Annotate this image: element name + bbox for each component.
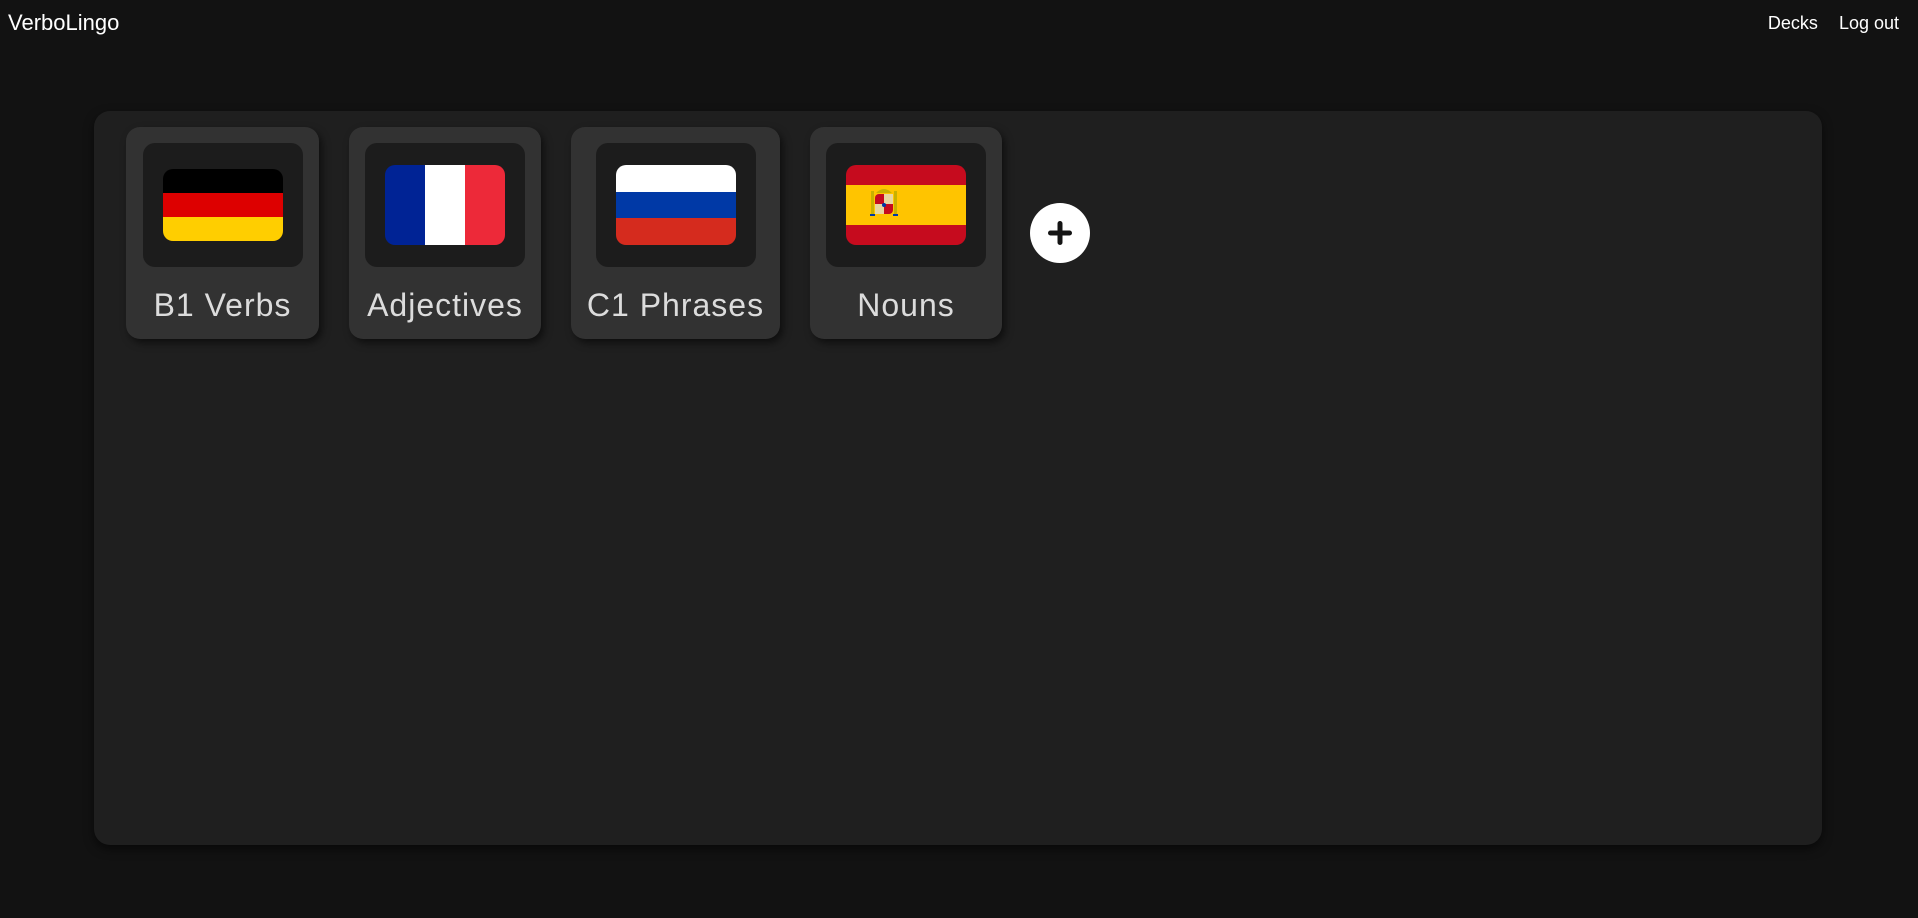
germany-flag-icon <box>162 169 283 241</box>
top-navbar: VerboLingo Decks Log out <box>0 0 1918 46</box>
brand-logo-link[interactable]: VerboLingo <box>8 10 119 36</box>
deck-card-b1-verbs[interactable]: B1 Verbs <box>126 127 319 339</box>
deck-label: Adjectives <box>367 287 523 323</box>
decks-panel: B1 Verbs Adjectives C1 Phrases Nouns <box>94 111 1822 845</box>
nav-decks-link[interactable]: Decks <box>1768 13 1818 34</box>
nav-logout-link[interactable]: Log out <box>1839 13 1899 34</box>
spain-flag-icon <box>846 165 966 245</box>
flag-frame <box>826 143 986 267</box>
deck-card-adjectives[interactable]: Adjectives <box>349 127 541 339</box>
deck-list: B1 Verbs Adjectives C1 Phrases Nouns <box>126 127 1090 339</box>
add-deck-button[interactable] <box>1030 203 1090 263</box>
deck-card-c1-phrases[interactable]: C1 Phrases <box>571 127 780 339</box>
nav-links: Decks Log out <box>1768 13 1899 34</box>
deck-label: B1 Verbs <box>153 287 292 323</box>
deck-label: Nouns <box>857 287 955 323</box>
deck-card-nouns[interactable]: Nouns <box>810 127 1002 339</box>
russia-flag-icon <box>615 165 736 245</box>
flag-frame <box>595 143 756 267</box>
plus-icon <box>1048 221 1072 245</box>
flag-frame <box>142 143 303 267</box>
flag-frame <box>365 143 525 267</box>
deck-label: C1 Phrases <box>586 287 765 323</box>
france-flag-icon <box>385 165 505 245</box>
